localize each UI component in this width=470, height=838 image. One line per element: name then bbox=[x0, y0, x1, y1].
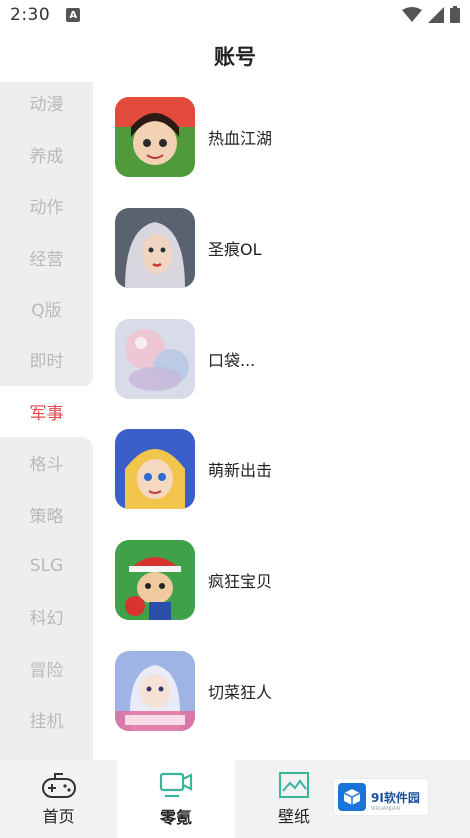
sidebar-item-celue[interactable]: 策略 bbox=[0, 489, 93, 540]
game-row[interactable]: 热血江湖 bbox=[93, 82, 470, 192]
gamepad-icon bbox=[41, 773, 76, 798]
game-name: 切菜狂人 bbox=[208, 683, 273, 702]
image-icon bbox=[279, 772, 309, 798]
battery-icon bbox=[450, 6, 460, 23]
sidebar-item-kehuan[interactable]: 科幻 bbox=[0, 591, 93, 642]
nav-label-lingke: 零氪 bbox=[159, 808, 192, 827]
sidebar-item-dongzuo[interactable]: 动作 bbox=[0, 180, 93, 231]
watermark-subtext: 9IRUANJIAN bbox=[371, 806, 401, 812]
notification-icon: A bbox=[66, 8, 81, 22]
nav-label-home: 首页 bbox=[42, 807, 75, 826]
page-title: 账号 bbox=[214, 45, 256, 69]
watermark-logo: 9I软件园 9IRUANJIAN bbox=[334, 779, 428, 815]
qiecai-kuangren-game-icon[interactable] bbox=[115, 651, 195, 731]
game-name: 萌新出击 bbox=[208, 461, 273, 480]
nav-home[interactable]: 首页 bbox=[0, 760, 117, 838]
rexue-jianghu-game-icon[interactable] bbox=[115, 97, 195, 177]
koudai-game-icon[interactable] bbox=[115, 319, 195, 399]
mengxin-chuji-game-icon[interactable] bbox=[115, 429, 195, 509]
sidebar-item-dongman[interactable]: 动漫 bbox=[0, 77, 93, 128]
sidebar-item-gedou[interactable]: 格斗 bbox=[0, 437, 93, 488]
nav-lingke[interactable]: 零氪 bbox=[117, 760, 235, 838]
sidebar-item-qban[interactable]: Q版 bbox=[0, 283, 93, 334]
game-name: 疯狂宝贝 bbox=[208, 572, 273, 591]
game-row[interactable]: 切菜狂人 bbox=[93, 636, 470, 746]
status-icons bbox=[402, 6, 460, 23]
game-name: 圣痕OL bbox=[208, 240, 262, 259]
game-name: 热血江湖 bbox=[208, 129, 273, 148]
game-row[interactable]: 圣痕OL bbox=[93, 193, 470, 303]
sidebar-item-maoxian[interactable]: 冒险 bbox=[0, 643, 93, 694]
sidebar-item-yangcheng[interactable]: 养成 bbox=[0, 129, 93, 180]
game-row[interactable]: 萌新出击 bbox=[93, 414, 470, 524]
fengkuang-baobei-game-icon[interactable] bbox=[115, 540, 195, 620]
header: 账号 bbox=[0, 30, 470, 82]
game-row[interactable]: 疯狂宝贝 bbox=[93, 525, 470, 635]
status-bar: 2:30 A bbox=[0, 0, 470, 30]
sidebar-item-jingying[interactable]: 经营 bbox=[0, 232, 93, 283]
sidebar-item-junshi[interactable]: 军事 bbox=[0, 386, 93, 437]
shenghen-ol-game-icon[interactable] bbox=[115, 208, 195, 288]
signal-icon bbox=[428, 6, 444, 23]
watermark-box-icon bbox=[338, 783, 366, 811]
game-list: 热血江湖 圣痕OL 口袋... 萌新出击 疯狂宝贝 切菜狂人 bbox=[93, 82, 470, 760]
game-row[interactable]: 口袋... bbox=[93, 304, 470, 414]
sidebar-item-slg[interactable]: SLG bbox=[0, 540, 93, 591]
sidebar-item-jishi[interactable]: 即时 bbox=[0, 334, 93, 385]
wifi-icon bbox=[402, 6, 422, 22]
watermark-text: 9I软件园 bbox=[371, 790, 420, 805]
game-name: 口袋... bbox=[208, 351, 256, 370]
category-sidebar: 动漫 养成 动作 经营 Q版 即时 军事 格斗 策略 SLG 科幻 冒险 挂机 bbox=[0, 82, 93, 760]
video-icon bbox=[159, 772, 193, 798]
sidebar-item-guaji[interactable]: 挂机 bbox=[0, 694, 93, 745]
status-time: 2:30 bbox=[10, 5, 51, 25]
nav-label-wallpaper: 壁纸 bbox=[277, 807, 310, 826]
